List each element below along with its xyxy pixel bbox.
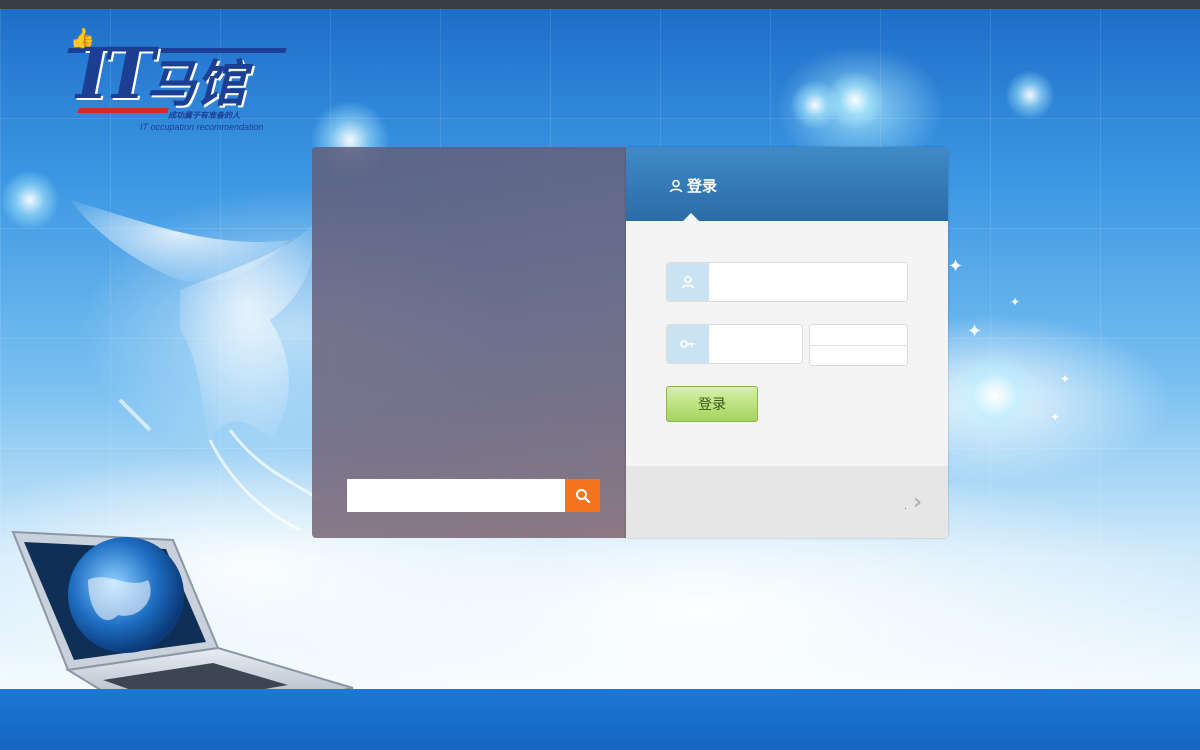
username-input[interactable]	[709, 263, 907, 301]
login-title: 登录	[669, 175, 717, 196]
top-bar	[0, 0, 1200, 9]
login-panel: 登录 登录 . ›	[626, 147, 948, 538]
user-icon	[681, 275, 695, 289]
username-icon-box	[667, 263, 709, 301]
footer-mark: .	[904, 501, 908, 512]
site-logo[interactable]: 👍 IT 马馆 成功属于有准备的人 IT occupation recommen…	[67, 26, 298, 136]
search-button[interactable]	[565, 479, 600, 512]
logo-subtitle: IT occupation recommendation	[140, 122, 264, 132]
user-icon	[669, 179, 683, 192]
search-input[interactable]	[347, 479, 565, 512]
login-title-text: 登录	[687, 177, 718, 195]
password-field[interactable]	[666, 324, 803, 364]
chevron-right-icon[interactable]: ›	[913, 490, 922, 515]
light-glow	[0, 170, 60, 230]
sparkle-icon: ✦	[967, 321, 983, 342]
logo-red-bar	[77, 108, 169, 113]
login-footer: . ›	[626, 466, 948, 538]
username-field[interactable]	[666, 262, 908, 302]
captcha-box[interactable]	[809, 324, 908, 366]
sparkle-icon: ✦	[948, 256, 964, 277]
password-input[interactable]	[709, 325, 802, 363]
light-glow	[1005, 70, 1055, 120]
login-header: 登录	[626, 147, 948, 222]
login-button[interactable]: 登录	[666, 386, 758, 422]
light-glow	[790, 80, 840, 130]
sparkle-icon: ✦	[1010, 295, 1021, 309]
logo-it-text: IT	[76, 32, 155, 115]
search-icon	[575, 488, 590, 503]
logo-slogan: 成功属于有准备的人	[168, 111, 240, 120]
logo-cn-text: 马馆	[146, 55, 246, 113]
header-notch	[682, 213, 700, 222]
key-icon	[680, 340, 695, 348]
light-glow	[950, 350, 1040, 440]
bottom-band	[0, 689, 1200, 750]
sparkle-icon: ✦	[1050, 410, 1061, 424]
password-icon-box	[667, 325, 709, 363]
sparkle-icon: ✦	[1060, 372, 1071, 386]
captcha-divider	[810, 345, 907, 346]
